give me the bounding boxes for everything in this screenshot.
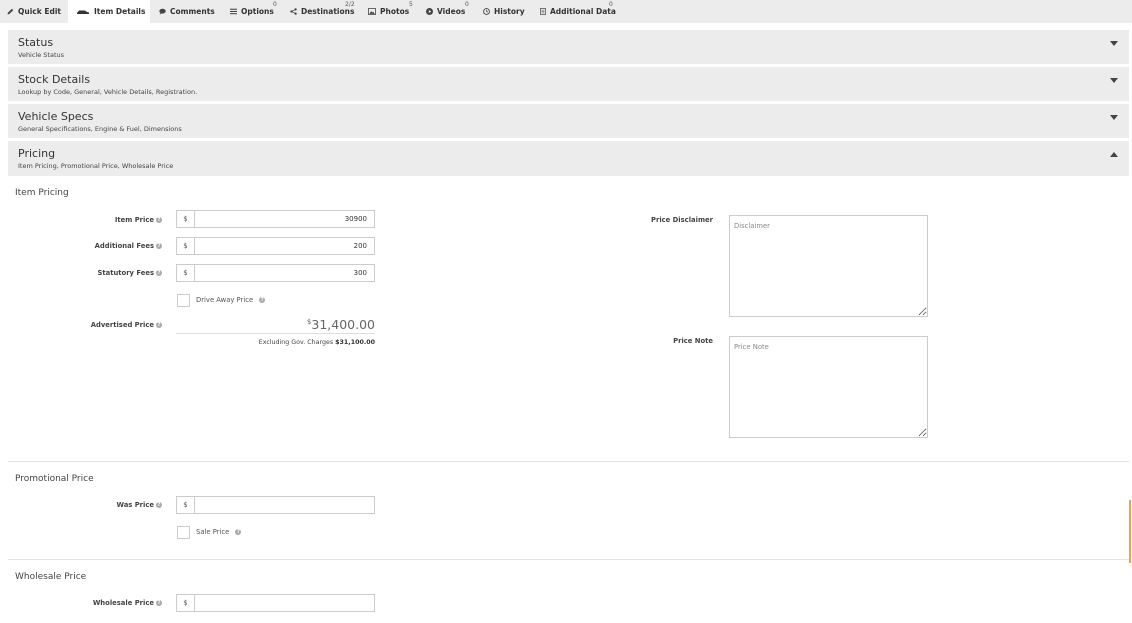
play-icon — [426, 8, 433, 15]
additional-fees-field: $ — [176, 237, 375, 255]
panel-title: Status — [18, 36, 54, 49]
advertised-price-label: Advertised Price? — [90, 321, 162, 329]
currency-addon: $ — [177, 238, 195, 254]
help-icon[interactable]: ? — [156, 217, 162, 223]
currency-addon: $ — [177, 595, 195, 611]
share-icon — [290, 8, 297, 15]
tab-destinations[interactable]: Destinations 2/2 — [282, 0, 360, 23]
price-disclaimer-label: Price Disclaimer — [650, 216, 713, 224]
data-icon — [540, 8, 546, 15]
currency-addon: $ — [177, 211, 195, 227]
help-icon[interactable]: ? — [259, 297, 266, 303]
help-icon[interactable]: ? — [156, 502, 162, 508]
drive-away-price-checkbox[interactable] — [177, 294, 190, 307]
help-icon[interactable]: ? — [156, 243, 162, 249]
vehicle-specs-panel-header[interactable]: Vehicle Specs General Specifications, En… — [8, 104, 1129, 138]
videos-count-badge: 0 — [465, 1, 469, 8]
tab-options[interactable]: Options 0 — [222, 0, 282, 23]
panel-subtitle: Lookup by Code, General, Vehicle Details… — [18, 88, 198, 96]
help-icon[interactable]: ? — [156, 600, 162, 606]
tab-history[interactable]: History — [474, 0, 532, 23]
caret-down-icon — [1110, 115, 1118, 120]
tab-videos[interactable]: Videos 0 — [416, 0, 474, 23]
tab-comments[interactable]: Comments — [150, 0, 222, 23]
photos-count-badge: 5 — [409, 1, 413, 8]
tab-item-details[interactable]: Item Details — [68, 0, 150, 23]
options-count-badge: 0 — [273, 1, 277, 8]
help-icon[interactable]: ? — [156, 270, 162, 276]
car-icon — [76, 9, 90, 15]
wholesale-price-label: Wholesale Price? — [92, 599, 162, 607]
comment-icon — [159, 8, 166, 15]
image-icon — [368, 8, 376, 15]
panel-title: Stock Details — [18, 73, 91, 86]
caret-up-icon — [1110, 152, 1118, 157]
price-disclaimer-textarea[interactable] — [729, 215, 928, 317]
currency-addon: $ — [177, 265, 195, 281]
advertised-price-value: $31,400.00 — [176, 317, 375, 334]
item-price-input[interactable] — [195, 211, 374, 227]
section-divider — [8, 559, 1129, 560]
sale-price-checkbox[interactable] — [177, 526, 190, 539]
tab-bar: Quick Edit Item Details Comments Options… — [0, 0, 1132, 23]
stock-details-panel-header[interactable]: Stock Details Lookup by Code, General, V… — [8, 67, 1129, 101]
panel-subtitle: Vehicle Status — [18, 51, 65, 59]
wholesale-price-field: $ — [176, 594, 375, 612]
panel-subtitle: Item Pricing, Promotional Price, Wholesa… — [18, 162, 174, 170]
statutory-fees-label: Statutory Fees? — [97, 269, 162, 277]
item-price-label: Item Price? — [114, 216, 162, 224]
wholesale-price-input[interactable] — [195, 595, 374, 611]
help-icon[interactable]: ? — [156, 322, 162, 328]
wholesale-price-heading: Wholesale Price — [15, 572, 87, 582]
panel-subtitle: General Specifications, Engine & Fuel, D… — [18, 125, 182, 133]
destinations-count-badge: 2/2 — [345, 1, 355, 8]
edit-icon — [7, 8, 14, 15]
promotional-price-heading: Promotional Price — [15, 474, 94, 484]
item-price-field: $ — [176, 210, 375, 228]
was-price-input[interactable] — [195, 497, 374, 513]
additional-fees-input[interactable] — [195, 238, 374, 254]
caret-down-icon — [1110, 41, 1118, 46]
section-divider — [8, 461, 1129, 462]
drive-away-price-label: Drive Away Price? — [196, 296, 266, 304]
additional-data-count-badge: 0 — [609, 1, 613, 8]
panel-title: Pricing — [18, 147, 56, 160]
statutory-fees-field: $ — [176, 264, 375, 282]
panel-title: Vehicle Specs — [18, 110, 94, 123]
item-pricing-heading: Item Pricing — [15, 188, 69, 198]
help-icon[interactable]: ? — [235, 529, 242, 535]
status-panel-header[interactable]: Status Vehicle Status — [8, 30, 1129, 64]
tab-photos[interactable]: Photos 5 — [360, 0, 416, 23]
pricing-panel-header[interactable]: Pricing Item Pricing, Promotional Price,… — [8, 141, 1129, 176]
list-icon — [230, 8, 237, 15]
price-note-label: Price Note — [673, 337, 713, 345]
clock-icon — [483, 8, 490, 15]
caret-down-icon — [1110, 78, 1118, 83]
additional-fees-label: Additional Fees? — [94, 242, 162, 250]
excluding-gov-charges: Excluding Gov. Charges $31,100.00 — [258, 339, 375, 346]
currency-addon: $ — [177, 497, 195, 513]
tab-quick-edit[interactable]: Quick Edit — [0, 0, 68, 23]
sale-price-label: Sale Price? — [196, 528, 242, 536]
was-price-field: $ — [176, 496, 375, 514]
statutory-fees-input[interactable] — [195, 265, 374, 281]
scrollbar-thumb[interactable] — [1129, 500, 1131, 563]
tab-additional-data[interactable]: Additional Data 0 — [532, 0, 616, 23]
price-note-textarea[interactable] — [729, 336, 928, 438]
was-price-label: Was Price? — [116, 501, 162, 509]
